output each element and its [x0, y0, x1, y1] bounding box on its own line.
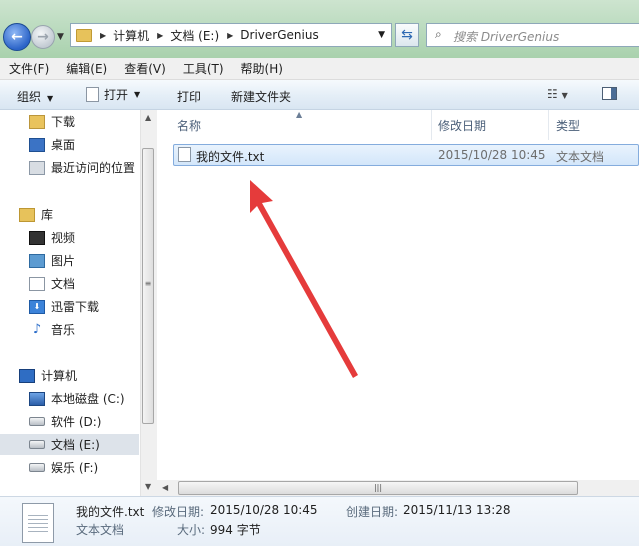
hard-drive-icon [29, 417, 45, 426]
column-header-type[interactable]: 类型 [556, 117, 580, 134]
nav-item-pictures[interactable]: 图片 [29, 250, 75, 271]
breadcrumb-separator-icon[interactable]: ▶ [157, 31, 163, 40]
open-button[interactable]: 打开 ▼ [86, 86, 140, 103]
organize-label: 组织 [17, 90, 42, 104]
forward-button[interactable]: → [31, 25, 55, 49]
breadcrumb-separator-icon[interactable]: ▶ [227, 31, 233, 40]
nav-item-libraries[interactable]: 库 [19, 204, 53, 225]
search-icon: ⌕ [435, 27, 442, 41]
breadcrumb-computer[interactable]: 计算机 [113, 27, 149, 44]
nav-item-computer[interactable]: 计算机 [19, 365, 77, 386]
chevron-down-icon: ▼ [47, 94, 54, 103]
scroll-left-icon[interactable]: ◀ [162, 483, 168, 492]
nav-item-music[interactable]: ♪ 音乐 [29, 319, 75, 340]
video-library-icon [29, 230, 45, 245]
nav-item-drive-e[interactable]: 文档 (E:) [0, 434, 139, 455]
horizontal-scrollbar-thumb[interactable]: ||| [178, 481, 578, 495]
back-button[interactable]: ← [3, 23, 31, 51]
column-divider[interactable] [548, 110, 549, 140]
nav-item-downloads[interactable]: 下载 [29, 111, 75, 132]
column-divider[interactable] [431, 110, 432, 140]
arrow-shape [250, 180, 358, 378]
details-created-value: 2015/11/13 13:28 [403, 503, 511, 517]
computer-icon [19, 368, 35, 383]
nav-scrollbar-thumb[interactable]: ≡ [142, 148, 154, 424]
document-library-icon [29, 276, 45, 291]
folder-icon [76, 28, 92, 42]
nav-item-documents[interactable]: 文档 [29, 273, 75, 294]
desktop-icon [29, 137, 45, 152]
column-header-name[interactable]: 名称 [177, 117, 201, 134]
breadcrumb-drivergenius[interactable]: DriverGenius [240, 28, 318, 42]
chevron-down-icon: ▼ [134, 90, 141, 99]
breadcrumb-drive-e[interactable]: 文档 (E:) [170, 27, 219, 44]
file-type: 文本文档 [556, 150, 605, 164]
menu-help[interactable]: 帮助(H) [232, 60, 291, 77]
address-bar[interactable]: ▶ 计算机 ▶ 文档 (E:) ▶ DriverGenius ▼ [70, 23, 392, 47]
nav-item-xunlei-downloads[interactable]: ⬇ 迅雷下载 [29, 296, 99, 317]
hard-drive-icon [29, 440, 45, 449]
details-modified-value: 2015/10/28 10:45 [210, 503, 318, 517]
view-options-icon[interactable]: ☷ ▼ [547, 87, 568, 101]
details-size-label: 大小: [177, 523, 206, 537]
file-modified: 2015/10/28 10:45 [438, 148, 546, 162]
file-row[interactable]: 我的文件.txt 2015/10/28 10:45 文本文档 [173, 144, 639, 166]
details-file-type: 文本文档 [76, 523, 125, 537]
document-icon [86, 87, 99, 102]
music-note-icon: ♪ [32, 322, 42, 337]
menu-file[interactable]: 文件(F) [0, 60, 57, 77]
details-modified-label: 修改日期: [152, 505, 205, 519]
text-file-icon [178, 147, 191, 162]
annotation-arrow [250, 180, 358, 378]
open-label: 打开 [104, 88, 129, 102]
navigation-pane: 下载 桌面 最近访问的位置 库 视频 图片 文档 ⬇ 迅雷下载 ♪ 音乐 计算机 本… [0, 110, 157, 496]
details-file-name: 我的文件.txt [76, 505, 145, 519]
organize-button[interactable]: 组织 ▼ [17, 88, 53, 105]
nav-item-videos[interactable]: 视频 [29, 227, 75, 248]
column-header-modified[interactable]: 修改日期 [438, 117, 486, 134]
nav-item-recent-places[interactable]: 最近访问的位置 [29, 157, 135, 178]
forward-arrow-icon: → [37, 29, 49, 45]
xunlei-download-icon: ⬇ [29, 299, 45, 314]
nav-item-desktop[interactable]: 桌面 [29, 134, 75, 155]
nav-item-drive-f[interactable]: 娱乐 (F:) [29, 457, 98, 478]
breadcrumb-separator-icon[interactable]: ▶ [100, 31, 106, 40]
nav-item-drive-c[interactable]: 本地磁盘 (C:) [29, 388, 125, 409]
scroll-up-icon[interactable]: ▲ [145, 113, 151, 122]
hard-drive-icon [29, 463, 45, 472]
text-file-large-icon [22, 503, 54, 543]
menu-view[interactable]: 查看(V) [115, 60, 174, 77]
file-name: 我的文件.txt [196, 150, 265, 164]
details-size-value: 994 字节 [210, 523, 261, 537]
print-button[interactable]: 打印 [177, 88, 201, 105]
menu-bar: 文件(F) 编辑(E) 查看(V) 工具(T) 帮助(H) [0, 58, 639, 80]
back-arrow-icon: ← [11, 29, 23, 45]
search-placeholder: 搜索 DriverGenius [453, 30, 560, 44]
menu-edit[interactable]: 编辑(E) [57, 60, 115, 77]
recent-pages-dropdown[interactable]: ▼ [57, 32, 64, 42]
address-dropdown-icon[interactable]: ▼ [378, 30, 385, 40]
search-input[interactable]: ⌕ 搜索 DriverGenius [426, 23, 639, 47]
sort-ascending-icon: ▲ [296, 110, 303, 119]
scroll-down-icon[interactable]: ▼ [145, 482, 151, 491]
nav-item-drive-d[interactable]: 软件 (D:) [29, 411, 101, 432]
picture-library-icon [29, 253, 45, 268]
details-created-label: 创建日期: [346, 505, 399, 519]
refresh-icon: ⇆ [401, 27, 413, 43]
new-folder-button[interactable]: 新建文件夹 [231, 88, 291, 105]
library-icon [19, 207, 35, 222]
refresh-button[interactable]: ⇆ [395, 23, 419, 47]
system-drive-icon [29, 391, 45, 406]
preview-pane-icon[interactable] [602, 87, 617, 100]
downloads-folder-icon [29, 114, 45, 129]
file-list: 名称 ▲ 修改日期 类型 [157, 110, 639, 496]
recent-places-icon [29, 160, 45, 175]
menu-tools[interactable]: 工具(T) [174, 60, 232, 77]
